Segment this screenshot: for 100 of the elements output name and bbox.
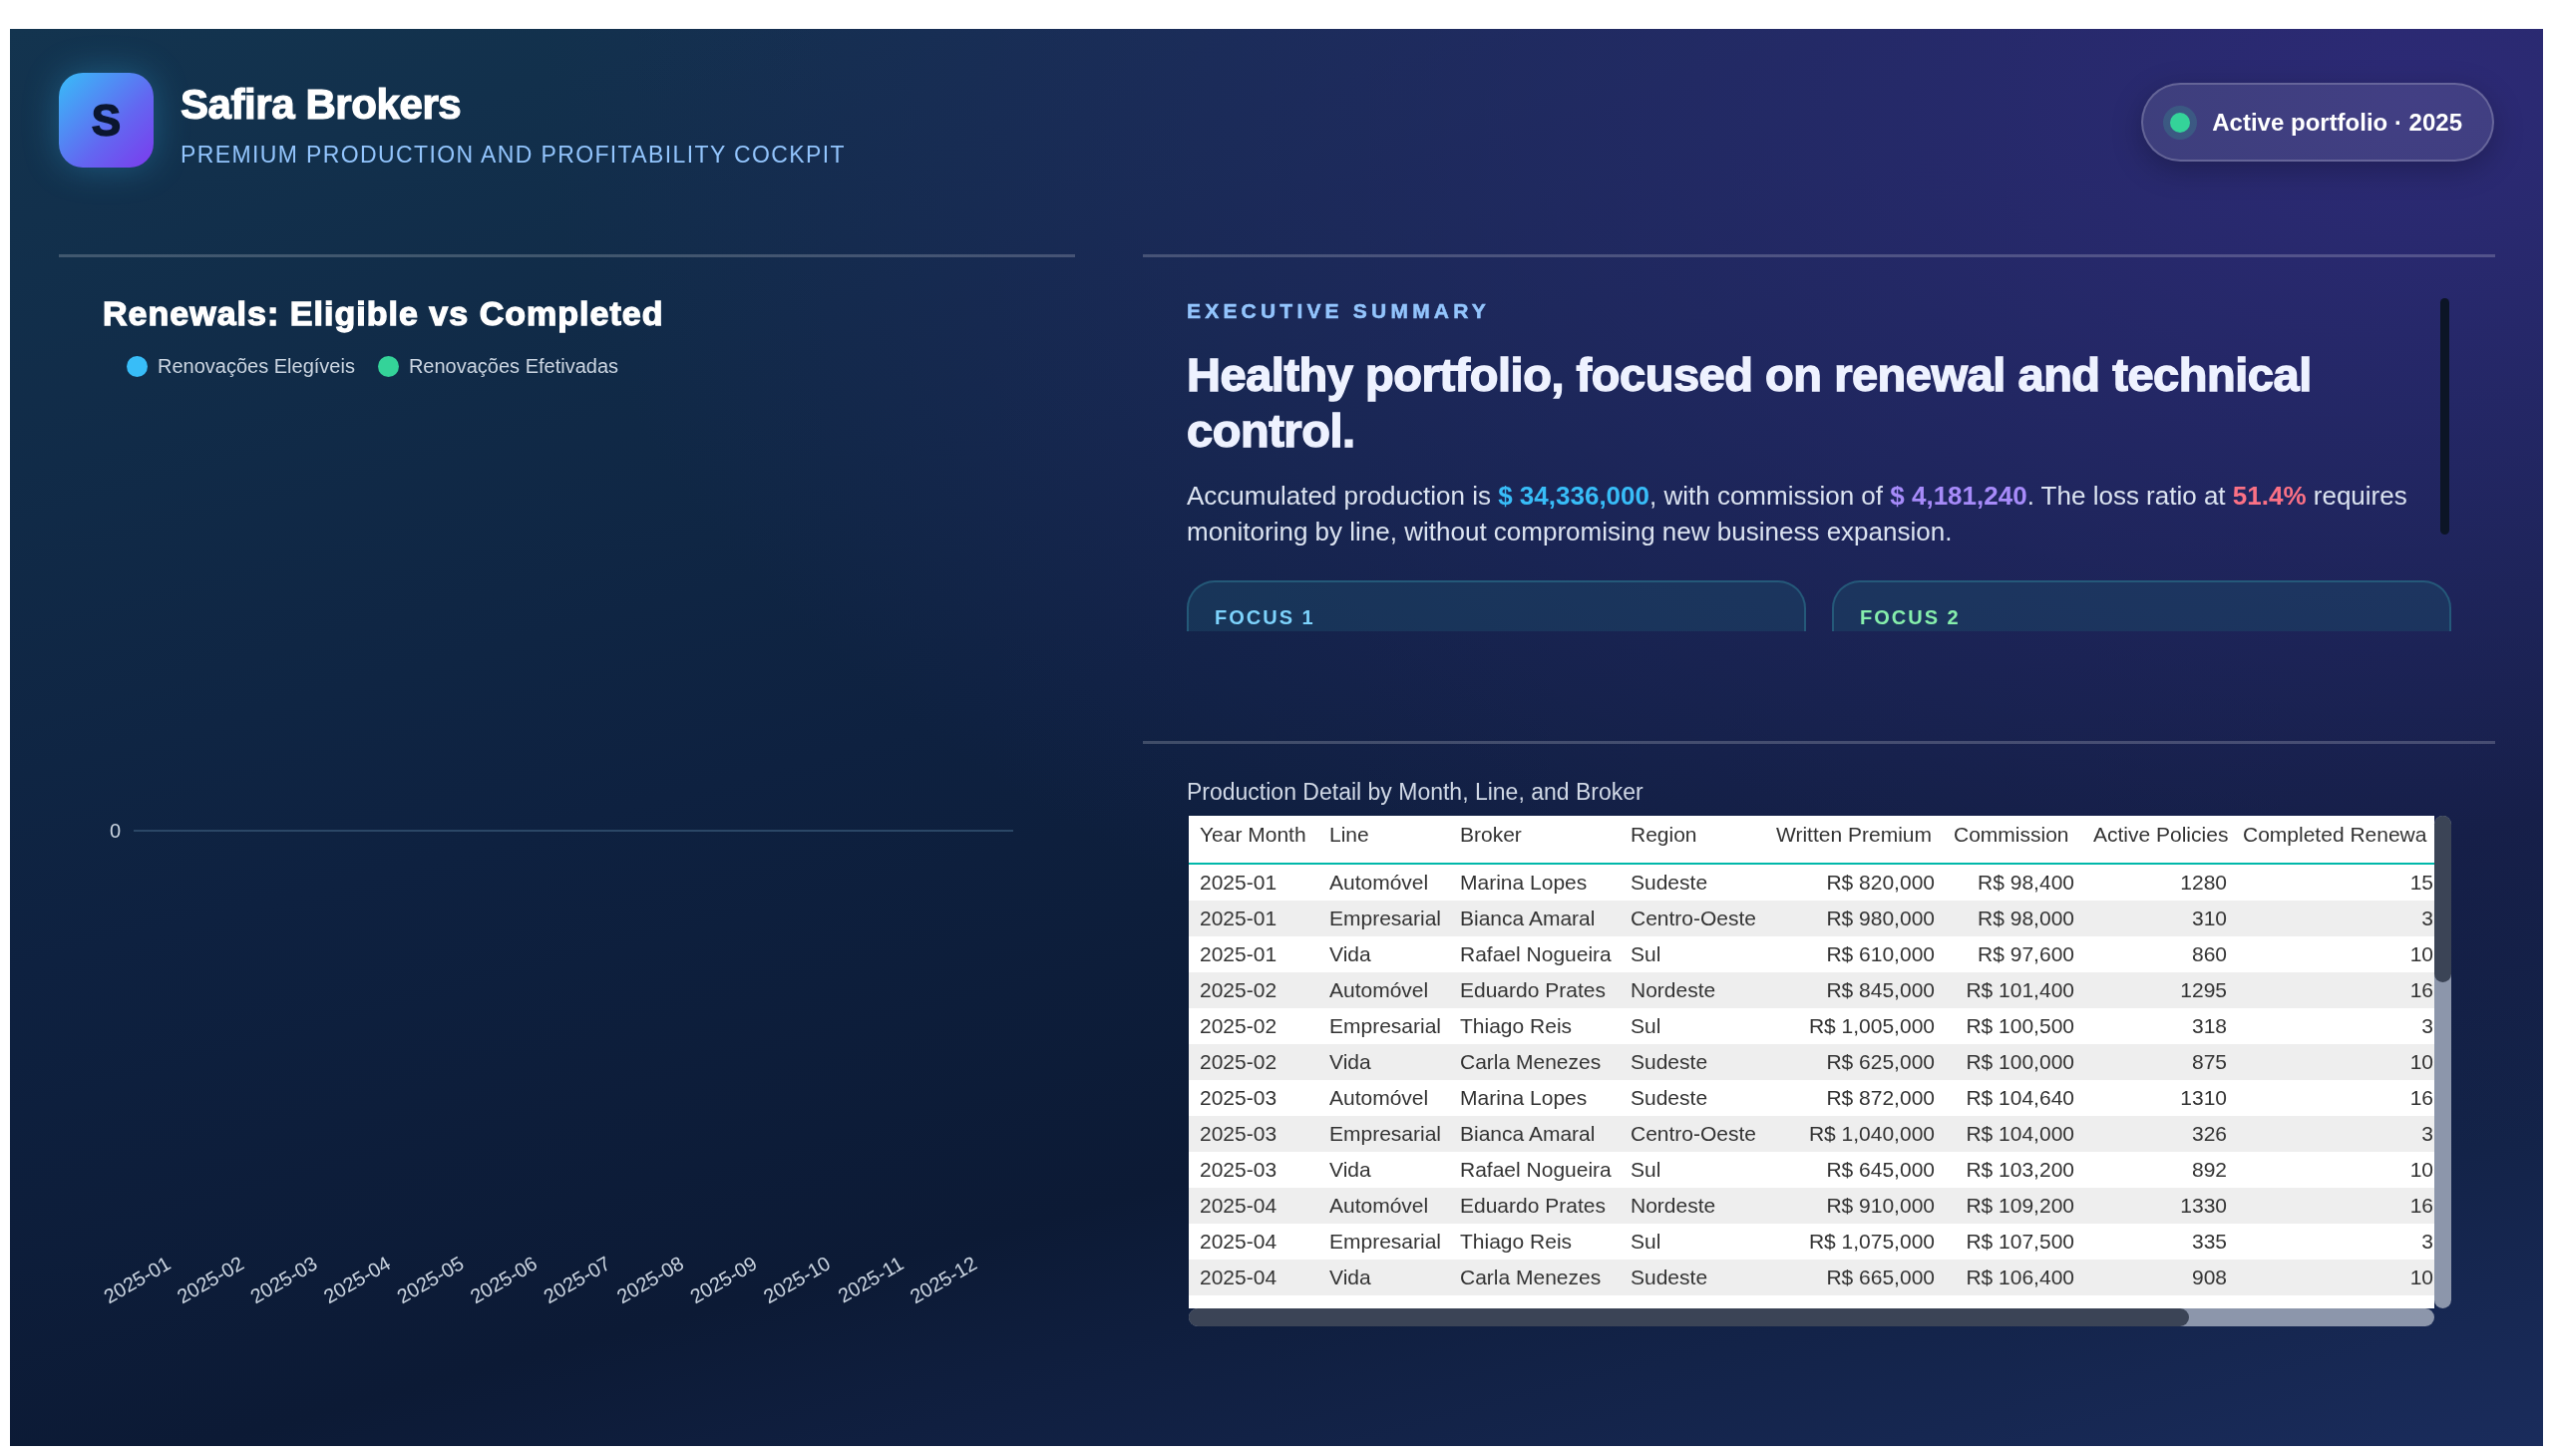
table-cell-text: 1310: [2179, 1085, 2228, 1111]
table-cell-text: R$ 100,500: [1965, 1013, 2075, 1039]
focus-label: FOCUS 1: [1215, 606, 1315, 628]
table-cell-text: R$ 101,400: [1965, 977, 2075, 1003]
table-cell-text: Sul: [1630, 1013, 1662, 1039]
legend-label: Renovações Efetivadas: [408, 354, 619, 378]
table-cell-text: Rafael Nogueira: [1459, 1157, 1613, 1183]
table-cell-text: Marina Lopes: [1459, 870, 1589, 896]
table-cell-text: R$ 1,040,000: [1807, 1121, 1936, 1147]
table-cell-text: R$ 1,075,000: [1807, 1229, 1936, 1255]
table-cell-text: Carla Menezes: [1459, 1265, 1603, 1290]
scrollbar-thumb[interactable]: [2434, 816, 2451, 982]
column-header[interactable]: Commission: [1943, 816, 2082, 863]
table-cell-text: 15: [2408, 870, 2434, 896]
table-cell-text: R$ 109,200: [1965, 1193, 2075, 1219]
table-cell-text: R$ 103,200: [1965, 1157, 2075, 1183]
table-cell-text: Thiago Reis: [1459, 1229, 1574, 1255]
table-cell-text: R$ 625,000: [1825, 1049, 1936, 1075]
table-cell-text: Thiago Reis: [1459, 1013, 1574, 1039]
table-cell-text: R$ 610,000: [1825, 941, 1936, 967]
table-title: Production Detail by Month, Line, and Broker: [1187, 778, 1643, 806]
table-cell-text: R$ 980,000: [1825, 906, 1936, 931]
app-logo: S: [59, 73, 154, 168]
column-header[interactable]: Active Policies: [2082, 816, 2235, 863]
table-cell-text: R$ 106,400: [1965, 1265, 2075, 1290]
table-cell-text: Automóvel: [1328, 1085, 1430, 1111]
table-cell-text: R$ 872,000: [1825, 1085, 1936, 1111]
table-cell-text: R$ 107,500: [1965, 1229, 2075, 1255]
table-cell-text: 3: [2420, 1229, 2434, 1255]
table-cell-text: R$ 97,600: [1977, 941, 2075, 967]
table-cell-text: 3: [2420, 1121, 2434, 1147]
table-cell-text: 335: [2190, 1229, 2228, 1255]
table-cell-text: Rafael Nogueira: [1459, 941, 1613, 967]
table-cell-text: Centro-Oeste: [1630, 906, 1758, 931]
column-header[interactable]: Written Premium: [1765, 816, 1943, 863]
table-cell-text: 2025-02: [1199, 1049, 1278, 1075]
table-cell-text: 10: [2408, 1265, 2434, 1290]
column-header[interactable]: Completed Renewa: [2235, 816, 2434, 863]
table-cell-text: 2025-03: [1199, 1085, 1278, 1111]
table-cell-text: Empresarial: [1328, 1229, 1443, 1255]
column-header[interactable]: Broker: [1449, 816, 1620, 863]
table-cell-text: Vida: [1328, 1265, 1372, 1290]
table-cell-text: Nordeste: [1630, 977, 1717, 1003]
scrollbar-thumb[interactable]: [1189, 1308, 2189, 1326]
table-cell-text: R$ 104,640: [1965, 1085, 2075, 1111]
table-cell-text: R$ 645,000: [1825, 1157, 1936, 1183]
table-cell-text: 310: [2190, 906, 2228, 931]
table-cell-text: 2025-03: [1199, 1121, 1278, 1147]
table-cell-text: 860: [2190, 941, 2228, 967]
table-cell-text: Eduardo Prates: [1459, 1193, 1607, 1219]
table-cell-text: R$ 1,005,000: [1807, 1013, 1936, 1039]
table-cell-text: 2025-03: [1199, 1157, 1278, 1183]
table-cell-text: Empresarial: [1328, 1121, 1443, 1147]
table-cell-text: Empresarial: [1328, 906, 1443, 931]
table-cell-text: R$ 98,400: [1977, 870, 2075, 896]
table-cell-text: Automóvel: [1328, 870, 1430, 896]
table-cell-text: 875: [2190, 1049, 2228, 1075]
table-cell-text: 318: [2190, 1013, 2228, 1039]
table-cell-text: 1280: [2179, 870, 2228, 896]
table-cell-text: R$ 104,000: [1965, 1121, 2075, 1147]
vertical-scrollbar[interactable]: [2434, 816, 2451, 1308]
table-cell-text: 1330: [2179, 1193, 2228, 1219]
column-header[interactable]: Region: [1620, 816, 1765, 863]
table-cell-text: Automóvel: [1328, 977, 1430, 1003]
status-text: Active portfolio · 2025: [2212, 107, 2462, 138]
table-cell-text: R$ 820,000: [1825, 870, 1936, 896]
column-header[interactable]: Year Month: [1189, 816, 1318, 863]
table-cell-text: 2025-01: [1199, 870, 1278, 896]
table-cell-text: Sul: [1630, 941, 1662, 967]
legend-label: Renovações Elegíveis: [158, 354, 355, 378]
table-cell-text: Centro-Oeste: [1630, 1121, 1758, 1147]
horizontal-scrollbar[interactable]: [1189, 1308, 2434, 1326]
table-cell-text: Sul: [1630, 1229, 1662, 1255]
table-cell-text: 10: [2408, 1049, 2434, 1075]
table-cell-text: Vida: [1328, 1049, 1372, 1075]
app-subtitle: PREMIUM PRODUCTION AND PROFITABILITY COCKPIT: [181, 141, 846, 169]
table-cell-text: 2025-02: [1199, 1013, 1278, 1039]
table-cell-text: 892: [2190, 1157, 2228, 1183]
table-cell-text: 2025-04: [1199, 1265, 1278, 1290]
table-cell-text: 1295: [2179, 977, 2228, 1003]
table-cell-text: 10: [2408, 941, 2434, 967]
column-header[interactable]: Line: [1318, 816, 1449, 863]
table-cell-text: 2025-01: [1199, 906, 1278, 931]
y-axis-label: 0: [109, 820, 121, 842]
chart-title: Renewals: Eligible vs Completed: [103, 293, 664, 333]
table-cell-text: 10: [2408, 1157, 2434, 1183]
table-cell-text: Sul: [1630, 1157, 1662, 1183]
table-cell-text: Vida: [1328, 941, 1372, 967]
table-cell-text: Marina Lopes: [1459, 1085, 1589, 1111]
table-cell-text: 3: [2420, 906, 2434, 931]
table-cell-text: Bianca Amaral: [1459, 906, 1597, 931]
table-cell-text: Automóvel: [1328, 1193, 1430, 1219]
scrollbar-thumb[interactable]: [2440, 298, 2449, 535]
table-cell-text: 16: [2408, 977, 2434, 1003]
table-cell-text: Carla Menezes: [1459, 1049, 1603, 1075]
focus-label: FOCUS 2: [1860, 606, 1961, 628]
table-cell-text: 908: [2190, 1265, 2228, 1290]
table-cell-text: Empresarial: [1328, 1013, 1443, 1039]
table-cell-text: R$ 845,000: [1825, 977, 1936, 1003]
table-cell-text: Eduardo Prates: [1459, 977, 1607, 1003]
